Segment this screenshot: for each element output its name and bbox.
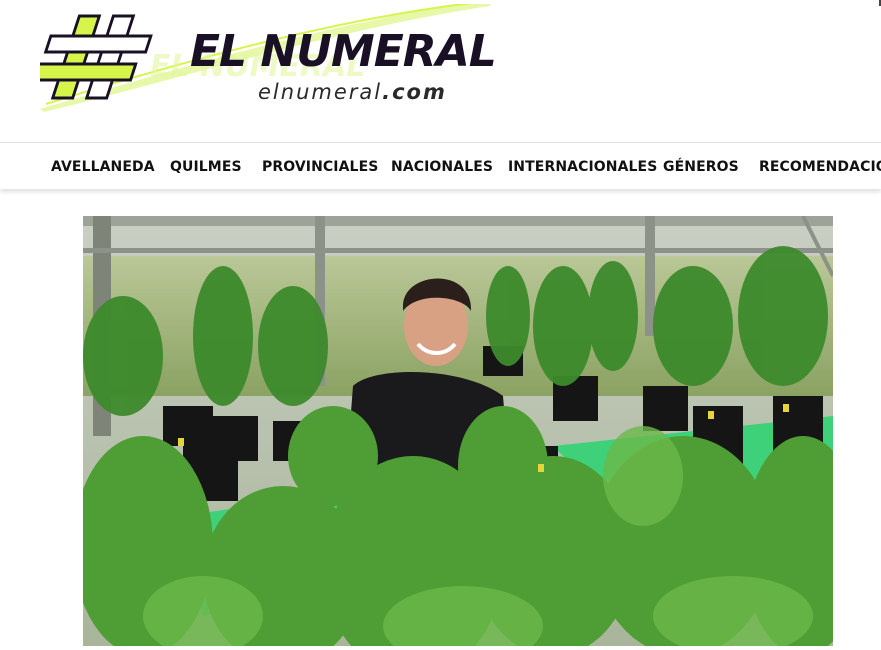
- site-header: EL NUMERAL EL NUMERAL elnumeral.com: [0, 0, 881, 142]
- man-in-greenhouse-photo: [83, 216, 833, 646]
- logo-subtitle-main: elnumeral: [258, 80, 383, 104]
- nav-item-avellaneda[interactable]: AVELLANEDA: [51, 143, 155, 189]
- nav-item-recomendaciones[interactable]: RECOMENDACIONES: [759, 143, 881, 189]
- nav-item-internacionales[interactable]: INTERNACIONALES: [508, 143, 657, 189]
- logo-subtitle-tld: .com: [382, 80, 447, 104]
- nav-item-quilmes[interactable]: QUILMES: [170, 143, 242, 189]
- logo-subtitle: elnumeral.com: [258, 80, 447, 104]
- nav-item-nacionales[interactable]: NACIONALES: [391, 143, 493, 189]
- nav-item-provinciales[interactable]: PROVINCIALES: [262, 143, 378, 189]
- hero-image[interactable]: [83, 216, 833, 646]
- site-logo[interactable]: EL NUMERAL EL NUMERAL elnumeral.com: [40, 4, 497, 114]
- nav-item-generos[interactable]: GÉNEROS: [663, 143, 739, 189]
- main-nav: AVELLANEDA QUILMES PROVINCIALES NACIONAL…: [0, 142, 881, 189]
- logo-title: EL NUMERAL: [190, 26, 497, 77]
